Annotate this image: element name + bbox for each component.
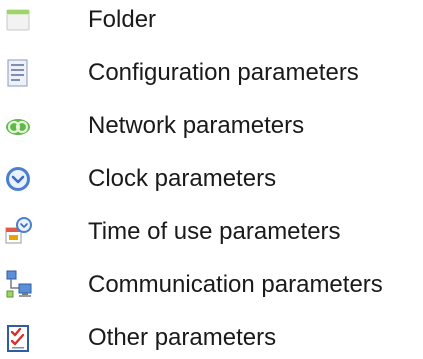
legend-item-label: Time of use parameters (88, 218, 341, 245)
legend-item-label: Network parameters (88, 112, 305, 139)
legend-item-label: Communication parameters (88, 271, 383, 298)
legend-item-folder: Folder (0, 0, 423, 40)
legend-item-label: Configuration parameters (88, 59, 359, 86)
communication-computers-icon (6, 270, 32, 298)
clock-icon (6, 167, 30, 191)
legend-item-clock: Clock parameters (0, 159, 423, 199)
folder-icon (6, 9, 30, 31)
legend-item-other: Other parameters (0, 318, 423, 358)
legend-item-configuration: Configuration parameters (0, 53, 423, 93)
legend-item-communication: Communication parameters (0, 265, 423, 305)
configuration-document-icon (7, 59, 28, 87)
legend-item-time-of-use: Time of use parameters (0, 212, 423, 252)
legend-item-label: Clock parameters (88, 165, 277, 192)
icon-legend: Folder Configuration parameters Network … (0, 0, 423, 359)
network-rings-icon (6, 119, 30, 135)
legend-item-label: Other parameters (88, 324, 277, 351)
checklist-icon (7, 325, 29, 352)
legend-item-label: Folder (88, 6, 157, 33)
legend-item-network: Network parameters (0, 106, 423, 146)
calendar-clock-icon (5, 217, 32, 244)
